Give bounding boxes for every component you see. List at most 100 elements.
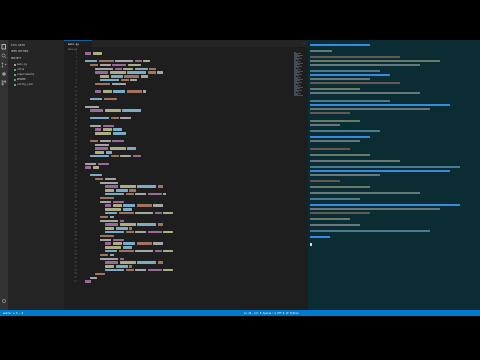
line-number: 29 — [74, 158, 77, 162]
code-token — [100, 79, 119, 82]
breadcrumb[interactable]: main.py — [68, 48, 77, 51]
code-area[interactable]: 1 2 3 4 5 6 7 8 9 10 11 12 13 14 15 16 17 18 19 20 21 22 23 24 2… — [64, 52, 308, 310]
terminal-prompt-line — [310, 236, 330, 239]
terminal-output-line — [310, 166, 460, 169]
code-token — [105, 212, 117, 215]
line-number: 5 — [75, 67, 77, 71]
code-token — [100, 238, 111, 241]
terminal-output-line — [310, 50, 332, 53]
search-icon[interactable] — [1, 53, 7, 59]
settings-icon[interactable] — [1, 298, 7, 304]
code-token — [100, 75, 109, 78]
code-token — [105, 231, 124, 234]
file-item[interactable]: utils — [14, 68, 24, 71]
open-editors-section[interactable]: OPEN EDITORS — [11, 50, 28, 53]
code-token — [109, 215, 114, 219]
code-token — [102, 124, 114, 127]
code-token — [163, 231, 173, 234]
code-token — [95, 82, 110, 86]
code-token — [100, 181, 118, 184]
line-number: 47 — [74, 226, 77, 230]
code-token — [136, 242, 152, 245]
source-control-icon[interactable] — [1, 62, 7, 68]
code-token — [129, 265, 133, 268]
line-number: 21 — [74, 128, 77, 131]
status-info[interactable]: Ln 42, Col 8 Spaces: 4 UTF-8 LF Python — [244, 312, 299, 315]
terminal-output-line — [310, 108, 430, 111]
tab-main[interactable]: main.py — [64, 40, 92, 47]
code-editor[interactable]: main.py ⋯ main.py 1 2 3 4 5 6 7 8 9 10 11 12 13 14 15 1… — [64, 40, 308, 310]
terminal-output-line — [310, 70, 380, 73]
line-number: 33 — [74, 173, 77, 177]
status-branch[interactable]: master ⊘ 0 ⚠ 0 — [3, 312, 23, 315]
debug-icon[interactable] — [1, 71, 7, 77]
code-token — [126, 90, 142, 93]
code-token — [157, 71, 163, 74]
line-number: 20 — [74, 124, 77, 128]
code-token — [85, 105, 99, 108]
code-token — [119, 219, 124, 222]
terminal-panel[interactable] — [308, 40, 480, 310]
terminal-output-line — [310, 186, 370, 189]
code-token — [157, 185, 163, 188]
line-number: 22 — [74, 131, 77, 135]
code-token — [112, 238, 124, 241]
code-token — [120, 117, 131, 120]
line-number: 2 — [75, 55, 77, 59]
code-token — [100, 200, 111, 203]
code-token — [120, 79, 129, 82]
code-token — [109, 71, 126, 74]
activity-bar — [0, 40, 8, 310]
line-number: 23 — [74, 135, 77, 139]
code-token — [98, 60, 114, 63]
file-icon — [14, 73, 16, 76]
code-token — [90, 155, 109, 158]
line-number: 52 — [74, 245, 77, 249]
line-number: 44 — [74, 215, 77, 219]
code-token — [122, 208, 133, 211]
code-token — [95, 177, 103, 181]
code-token — [123, 67, 133, 70]
file-item[interactable]: main.py — [14, 63, 27, 66]
code-token — [85, 280, 91, 283]
terminal-output-line — [310, 160, 400, 163]
terminal-output-line — [310, 120, 360, 123]
line-number: 36 — [74, 185, 77, 188]
code-token — [95, 90, 101, 93]
extensions-icon[interactable] — [1, 80, 7, 86]
code-token — [102, 90, 112, 93]
file-item[interactable]: requirements — [14, 73, 34, 76]
code-token — [122, 109, 141, 112]
line-number: 48 — [74, 230, 77, 234]
code-token — [135, 193, 146, 196]
project-section[interactable]: PROJECT — [11, 57, 21, 60]
line-number: 14 — [74, 101, 77, 105]
code-token — [105, 227, 114, 230]
code-token — [100, 215, 108, 219]
terminal-output-line — [310, 78, 370, 81]
code-token — [127, 63, 141, 67]
code-token — [135, 269, 146, 272]
code-token — [149, 67, 157, 70]
minimap[interactable] — [294, 52, 304, 100]
line-number: 10 — [74, 86, 77, 90]
terminal-prompt-line — [310, 44, 370, 47]
terminal-output-line — [310, 230, 430, 233]
code-token — [105, 151, 112, 154]
file-item[interactable]: README — [14, 78, 26, 81]
code-token — [163, 250, 173, 253]
terminal-prompt-line — [310, 104, 450, 107]
code-token — [90, 139, 98, 143]
line-number: 6 — [75, 71, 77, 74]
more-actions-icon[interactable]: ⋯ — [303, 42, 305, 45]
code-token — [118, 250, 134, 253]
code-token — [157, 223, 163, 226]
line-number: 27 — [74, 150, 77, 154]
line-number: 54 — [74, 253, 77, 257]
code-token — [114, 67, 122, 70]
code-token — [129, 189, 136, 192]
file-icon — [14, 78, 16, 81]
terminal-output-line — [310, 198, 360, 201]
files-icon[interactable] — [1, 44, 7, 50]
file-item[interactable]: config.json — [14, 83, 33, 86]
